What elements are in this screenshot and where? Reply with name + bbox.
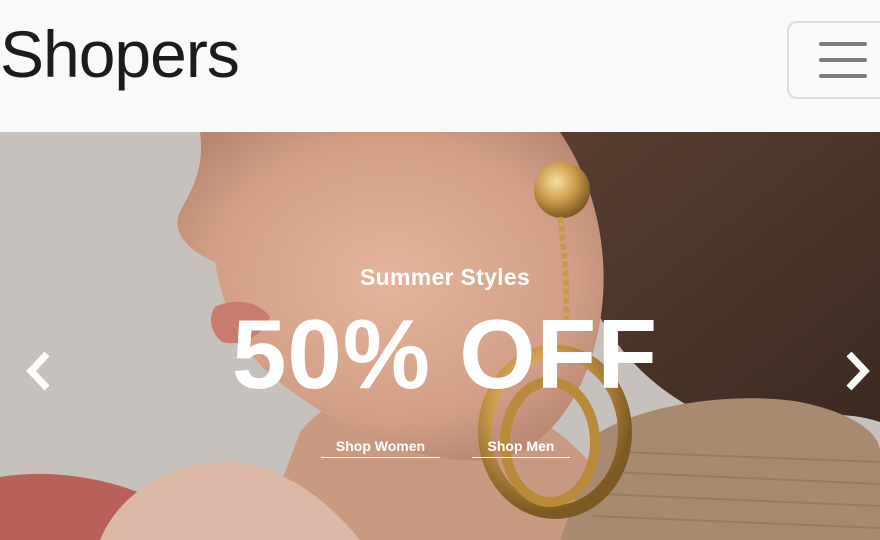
carousel-caption: Summer Styles 50% OFF Shop Women Shop Me… <box>0 132 880 540</box>
brand-logo[interactable]: Shopers <box>0 16 240 92</box>
chevron-right-icon <box>846 351 870 391</box>
shop-men-link[interactable]: Shop Men <box>472 436 570 458</box>
hero-subtitle: Summer Styles <box>359 264 531 290</box>
menu-toggle-button[interactable] <box>787 21 880 99</box>
hamburger-menu-icon <box>819 42 867 46</box>
carousel-next-button[interactable] <box>836 346 876 396</box>
hero-headline: 50% OFF <box>231 299 659 409</box>
shop-women-link[interactable]: Shop Women <box>321 436 440 458</box>
hero-carousel: Summer Styles 50% OFF Shop Women Shop Me… <box>0 132 880 540</box>
hamburger-menu-icon <box>819 58 867 62</box>
navbar: Shopers <box>0 0 880 132</box>
chevron-left-icon <box>26 351 50 391</box>
carousel-prev-button[interactable] <box>20 346 60 396</box>
hamburger-menu-icon <box>819 74 867 78</box>
